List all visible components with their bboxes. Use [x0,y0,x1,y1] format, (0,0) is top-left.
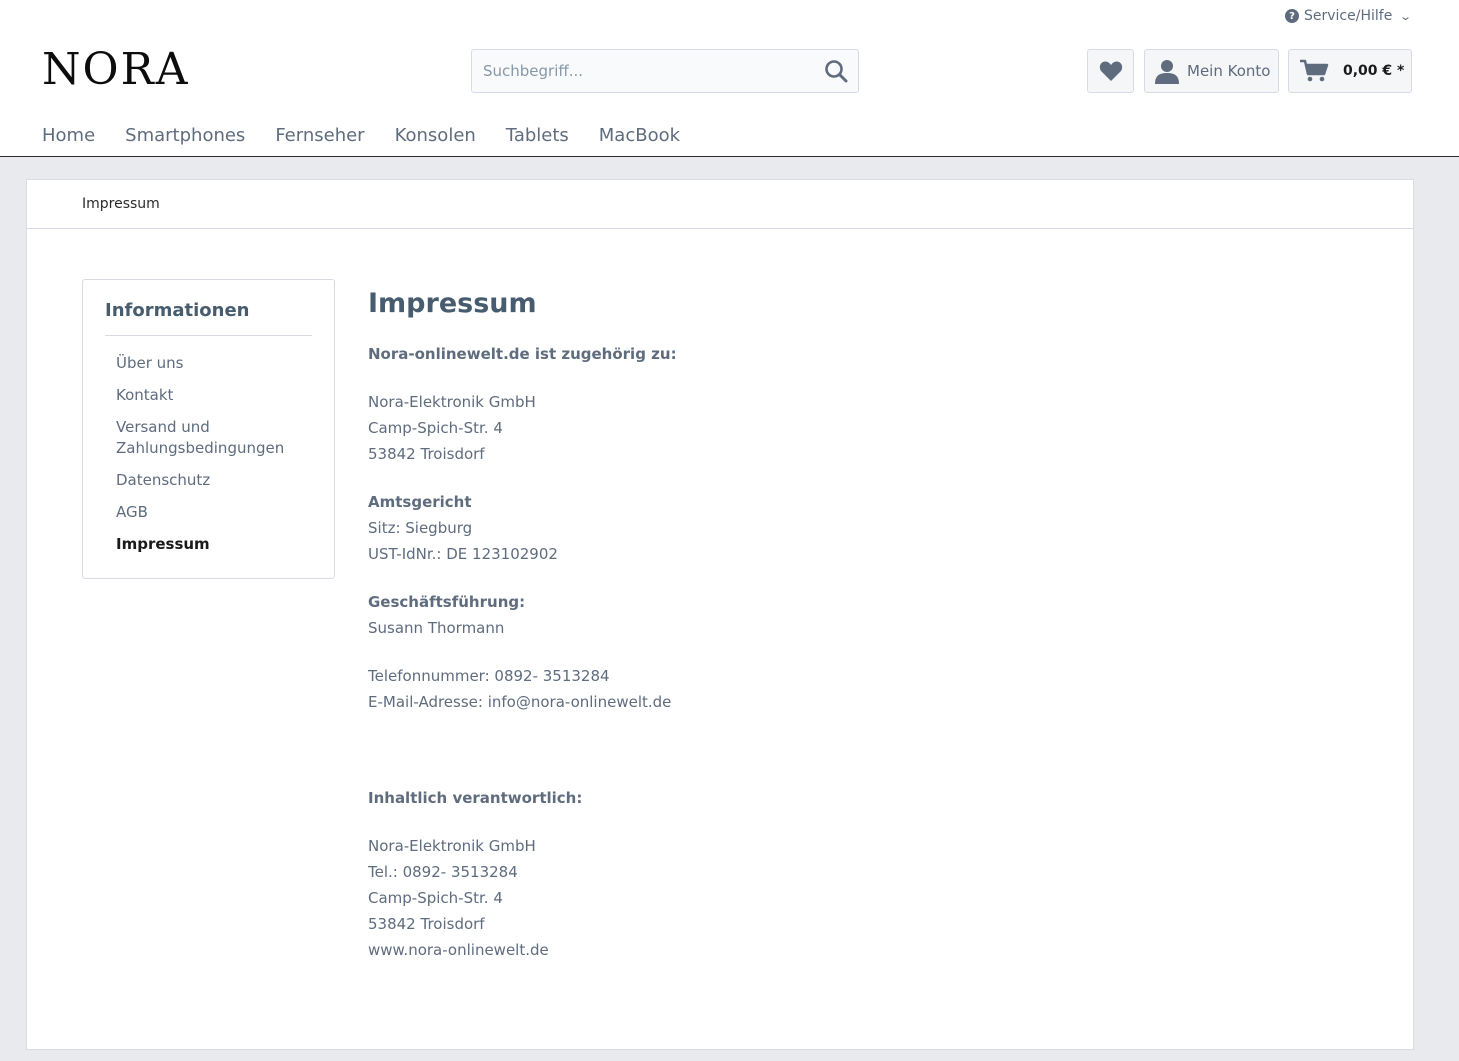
nav-item-smartphones[interactable]: Smartphones [125,125,245,146]
breadcrumb-item[interactable]: Impressum [82,196,160,212]
email-line: E-Mail-Adresse: info@nora-onlinewelt.de [368,693,672,712]
sidebar-item-agb[interactable]: AGB [83,502,334,523]
sidebar-item-datenschutz[interactable]: Datenschutz [83,470,334,491]
sidebar-list: Über uns Kontakt Versand und Zahlungsbed… [83,353,334,555]
sidebar-item-impressum[interactable]: Impressum [83,534,334,555]
search-button[interactable] [814,50,858,92]
search-input[interactable] [472,50,814,92]
question-icon: ? [1285,9,1299,23]
user-icon [1155,60,1179,84]
court-line: UST-IdNr.: DE 123102902 [368,545,558,564]
nav-item-macbook[interactable]: MacBook [599,125,680,146]
account-button[interactable]: Mein Konto [1144,49,1279,93]
cart-icon [1300,59,1329,82]
header: ? Service/Hilfe ⌄ NORA Mein Konto [0,0,1459,157]
sidebar-item-versand[interactable]: Versand und Zahlungsbedingungen [83,417,284,459]
search-icon [825,60,848,83]
chevron-down-icon: ⌄ [1399,9,1413,23]
nav-item-konsolen[interactable]: Konsolen [395,125,476,146]
company-line: Nora-Elektronik GmbH [368,393,536,412]
wishlist-button[interactable] [1087,49,1134,93]
sidebar-item-kontakt[interactable]: Kontakt [83,385,334,406]
info-sidebar: Informationen Über uns Kontakt Versand u… [82,279,335,579]
nav-item-fernseher[interactable]: Fernseher [275,125,364,146]
heart-icon [1099,61,1122,81]
breadcrumb: Impressum [27,180,1413,229]
cart-button[interactable]: 0,00 € * [1288,49,1412,93]
service-help-label: Service/Hilfe [1304,8,1393,24]
website-link[interactable]: www.nora-onlinewelt.de [368,937,1268,963]
cart-total: 0,00 € * [1343,63,1405,79]
nav-item-home[interactable]: Home [42,125,95,146]
intro-text: Nora-onlinewelt.de ist zugehörig zu: [368,345,677,364]
page-title: Impressum [368,288,537,319]
court-line: Sitz: Siegburg [368,519,473,538]
logo[interactable]: NORA [42,48,189,92]
sidebar-item-ueber-uns[interactable]: Über uns [83,353,334,374]
management-name: Susann Thormann [368,619,505,638]
search-bar [471,49,859,93]
service-help-menu[interactable]: ? Service/Hilfe ⌄ [1285,8,1413,24]
management-heading: Geschäftsführung: [368,593,526,612]
responsible-line: Camp-Spich-Str. 4 [368,889,503,908]
company-line: 53842 Troisdorf [368,445,485,464]
main-navigation: Home Smartphones Fernseher Konsolen Tabl… [42,125,710,146]
court-heading: Amtsgericht [368,493,472,512]
company-line: Camp-Spich-Str. 4 [368,419,503,438]
sidebar-title: Informationen [105,300,312,336]
responsible-line: Nora-Elektronik GmbH [368,837,536,856]
responsible-line: Tel.: 0892- 3513284 [368,863,518,882]
content-panel: Impressum Informationen Über uns Kontakt… [26,179,1414,1050]
phone-line: Telefonnummer: 0892- 3513284 [368,667,610,686]
responsible-heading: Inhaltlich verantwortlich: [368,789,583,808]
main-content: Impressum Nora-onlinewelt.de ist zugehör… [368,288,1268,963]
account-label: Mein Konto [1187,62,1271,80]
nav-item-tablets[interactable]: Tablets [506,125,569,146]
responsible-line: 53842 Troisdorf [368,915,485,934]
